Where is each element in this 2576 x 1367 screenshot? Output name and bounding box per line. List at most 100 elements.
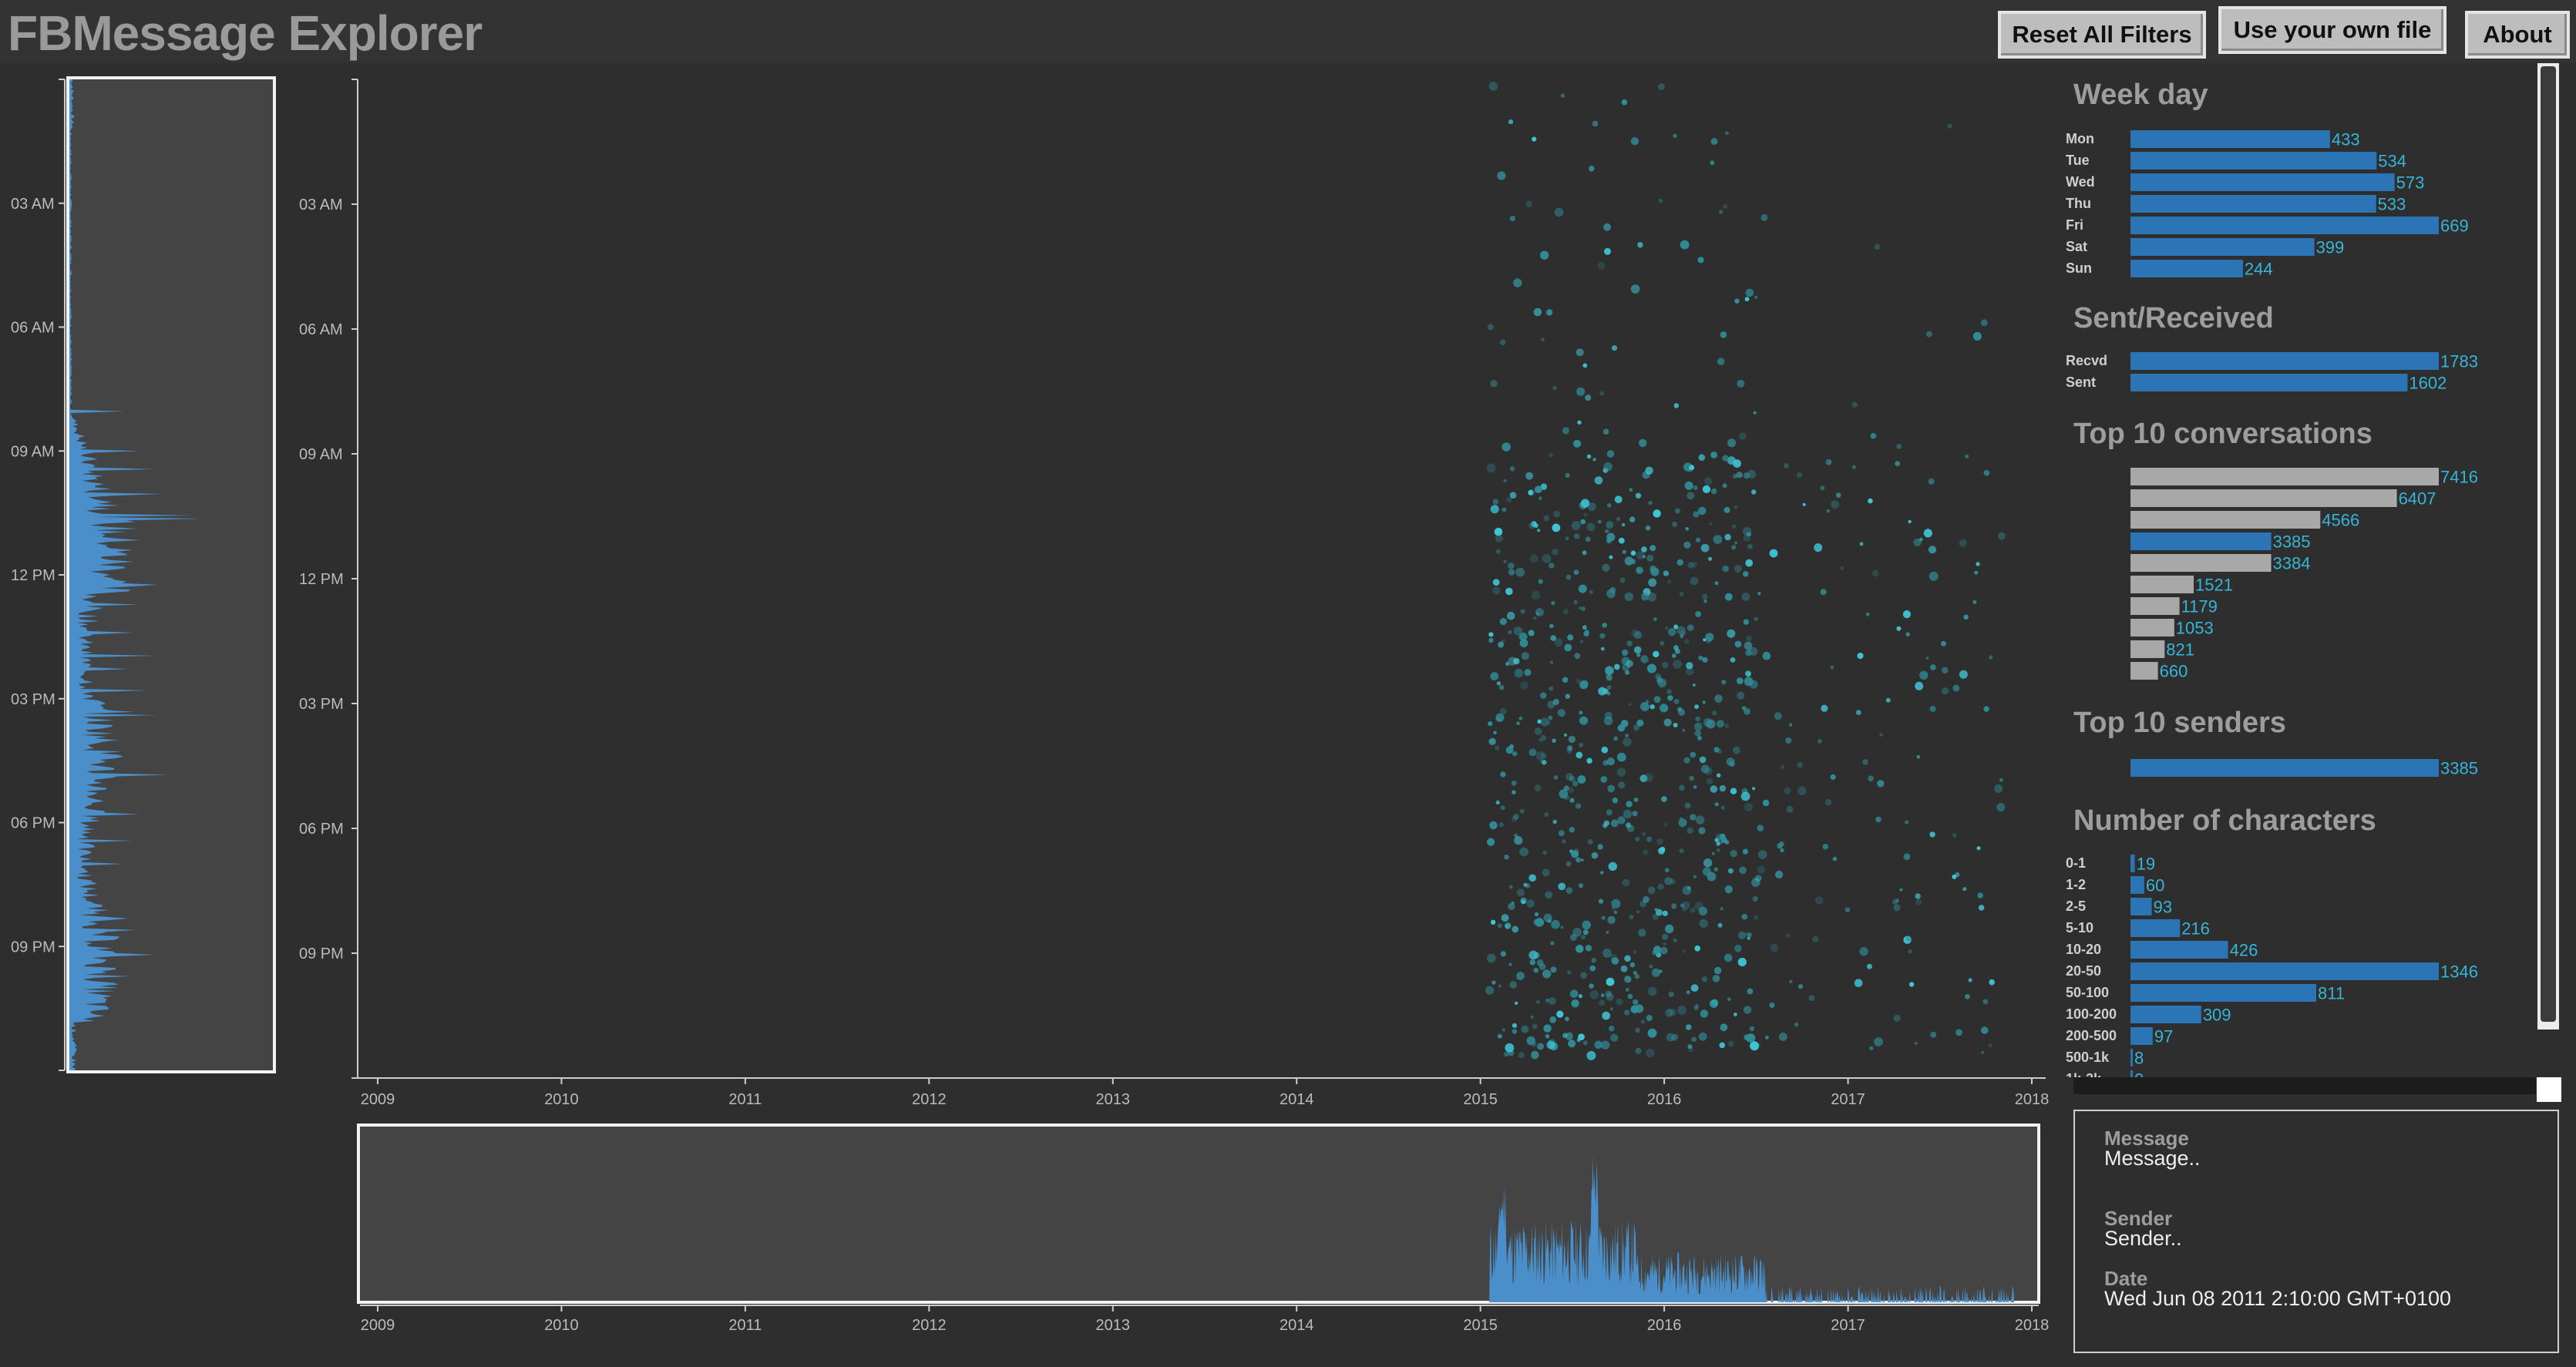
message-dot: [1769, 549, 1778, 558]
bar: [2130, 1006, 2201, 1023]
message-dot: [1589, 965, 1596, 972]
message-dot: [1757, 592, 1761, 596]
message-dot: [1866, 963, 1872, 969]
message-dot: [1560, 925, 1564, 929]
message-dot: [1549, 686, 1554, 691]
message-dot: [1542, 553, 1552, 563]
message-dot: [1618, 537, 1625, 544]
message-dot: [1716, 720, 1724, 728]
message-dot: [1694, 1003, 1699, 1008]
message-dot: [1565, 861, 1572, 867]
overview-year-tick-label: 2015: [1463, 1317, 1498, 1334]
message-dot: [1925, 656, 1929, 660]
message-dot: [1601, 746, 1609, 754]
message-dot: [1672, 521, 1678, 527]
message-dot: [1545, 309, 1553, 316]
message-dot: [1609, 555, 1613, 559]
overview-year-tick-label: 2011: [728, 1317, 762, 1334]
message-dot: [1695, 716, 1700, 722]
num-characters-bar-chart[interactable]: 0-1 19 1-2 60 2-5 93 5-10 216 10-20 426 20-50 1346 5…: [2066, 852, 2528, 1077]
message-dot: [1600, 647, 1605, 651]
message-dot: [1509, 466, 1515, 472]
use-own-file-button[interactable]: Use your own file: [2218, 6, 2447, 54]
message-dot: [1959, 539, 1967, 548]
panel-scrollbar-thumb[interactable]: [2541, 66, 2556, 1022]
bar-label: Sun: [2066, 260, 2092, 276]
bar: [2130, 876, 2144, 894]
message-dot: [1753, 411, 1757, 415]
bar: [2130, 898, 2152, 915]
message-dot: [1630, 1005, 1639, 1014]
message-dot: [1600, 993, 1605, 997]
hour-distribution-chart[interactable]: 03 AM 06 AM 09 AM 12 PM 03 PM 06 PM 09 PM: [0, 63, 293, 1088]
message-dot: [1633, 999, 1639, 1005]
top-conversations-bar-chart[interactable]: 74166407 4566 3385 3384 1521 1179 1053 821 660: [2066, 465, 2528, 689]
message-dot: [1601, 915, 1606, 920]
message-dot: [1630, 284, 1640, 294]
main-hour-tick-label: 09 PM: [299, 945, 344, 962]
message-dot: [1602, 428, 1609, 435]
message-dot: [1693, 722, 1703, 731]
message-dot: [1734, 1013, 1737, 1016]
weekday-bar-chart[interactable]: Mon 433 Tue 534 Wed 573 Thu 533 Fri 669 Sat 399 Sun 2…: [2066, 128, 2528, 282]
message-dot: [1747, 936, 1750, 940]
message-dot: [1592, 458, 1596, 462]
bar: [2130, 532, 2272, 550]
panel-horizontal-scrollbar[interactable]: [2073, 1077, 2536, 1094]
bar-label: Tue: [2066, 153, 2090, 168]
timeline-overview-chart[interactable]: 2009 2010 2011 2012 2013 2014 2015 2016 2017 2018: [339, 1121, 2050, 1360]
main-hour-tick-label: 03 AM: [299, 196, 343, 213]
message-dot: [1653, 650, 1660, 658]
message-dot: [1723, 203, 1728, 209]
message-dot: [1976, 562, 1980, 566]
message-dot: [1721, 805, 1725, 810]
reset-filters-button[interactable]: Reset All Filters: [1998, 11, 2206, 59]
message-dot: [1679, 848, 1684, 854]
message-dot: [1770, 943, 1779, 952]
message-dot: [1699, 919, 1708, 929]
message-dot: [1606, 521, 1614, 529]
main-hour-tick-label: 06 AM: [299, 321, 343, 338]
timeline-brush-frame[interactable]: [357, 1123, 2040, 1304]
message-dot: [1509, 885, 1513, 889]
message-dot: [1674, 508, 1680, 514]
bar: [2130, 511, 2321, 529]
message-details-box: Message Message.. Sender Sender.. Date W…: [2073, 1110, 2559, 1353]
overview-year-tick-label: 2016: [1647, 1317, 1682, 1334]
message-dot: [1515, 1001, 1518, 1005]
message-dot: [1824, 798, 1832, 806]
bar-value-label: 3384: [2273, 553, 2311, 573]
message-dot: [1660, 946, 1668, 955]
top-senders-bar-chart[interactable]: 3385: [2066, 757, 2528, 788]
message-dot: [1614, 495, 1623, 504]
bar-value-label: 244: [2245, 259, 2273, 278]
message-dot: [1972, 600, 1977, 604]
sent-received-bar-chart[interactable]: Recvd 1783 Sent 1602: [2066, 350, 2528, 404]
about-button[interactable]: About: [2465, 11, 2570, 59]
message-dot: [1539, 496, 1542, 500]
message-dot: [1636, 551, 1645, 559]
message-dot: [1731, 545, 1737, 550]
message-dot: [1548, 997, 1556, 1006]
message-dot: [1682, 901, 1690, 910]
message-dot: [1760, 214, 1768, 221]
message-dot: [1505, 661, 1510, 667]
message-dot: [1635, 836, 1640, 842]
timeline-scatter-chart[interactable]: 03 AM 06 AM 09 AM 12 PM 03 PM 06 PM 09 PM 2009…: [285, 63, 2050, 1127]
message-dot: [1577, 775, 1586, 784]
main-hour-tick-label: 06 PM: [299, 821, 344, 838]
message-dot: [1633, 950, 1637, 954]
message-dot: [1490, 380, 1498, 388]
bar: [2130, 173, 2395, 191]
message-dot: [1646, 663, 1656, 673]
message-dot: [1636, 910, 1640, 914]
message-dot: [1722, 483, 1727, 489]
message-dot: [1673, 938, 1677, 942]
message-dot: [1579, 994, 1582, 999]
message-dot: [1597, 519, 1602, 524]
message-dot: [1710, 160, 1715, 166]
message-dot: [1644, 773, 1653, 782]
message-dot: [1662, 661, 1669, 669]
message-dot: [1616, 767, 1626, 777]
message-dot: [1684, 481, 1693, 490]
